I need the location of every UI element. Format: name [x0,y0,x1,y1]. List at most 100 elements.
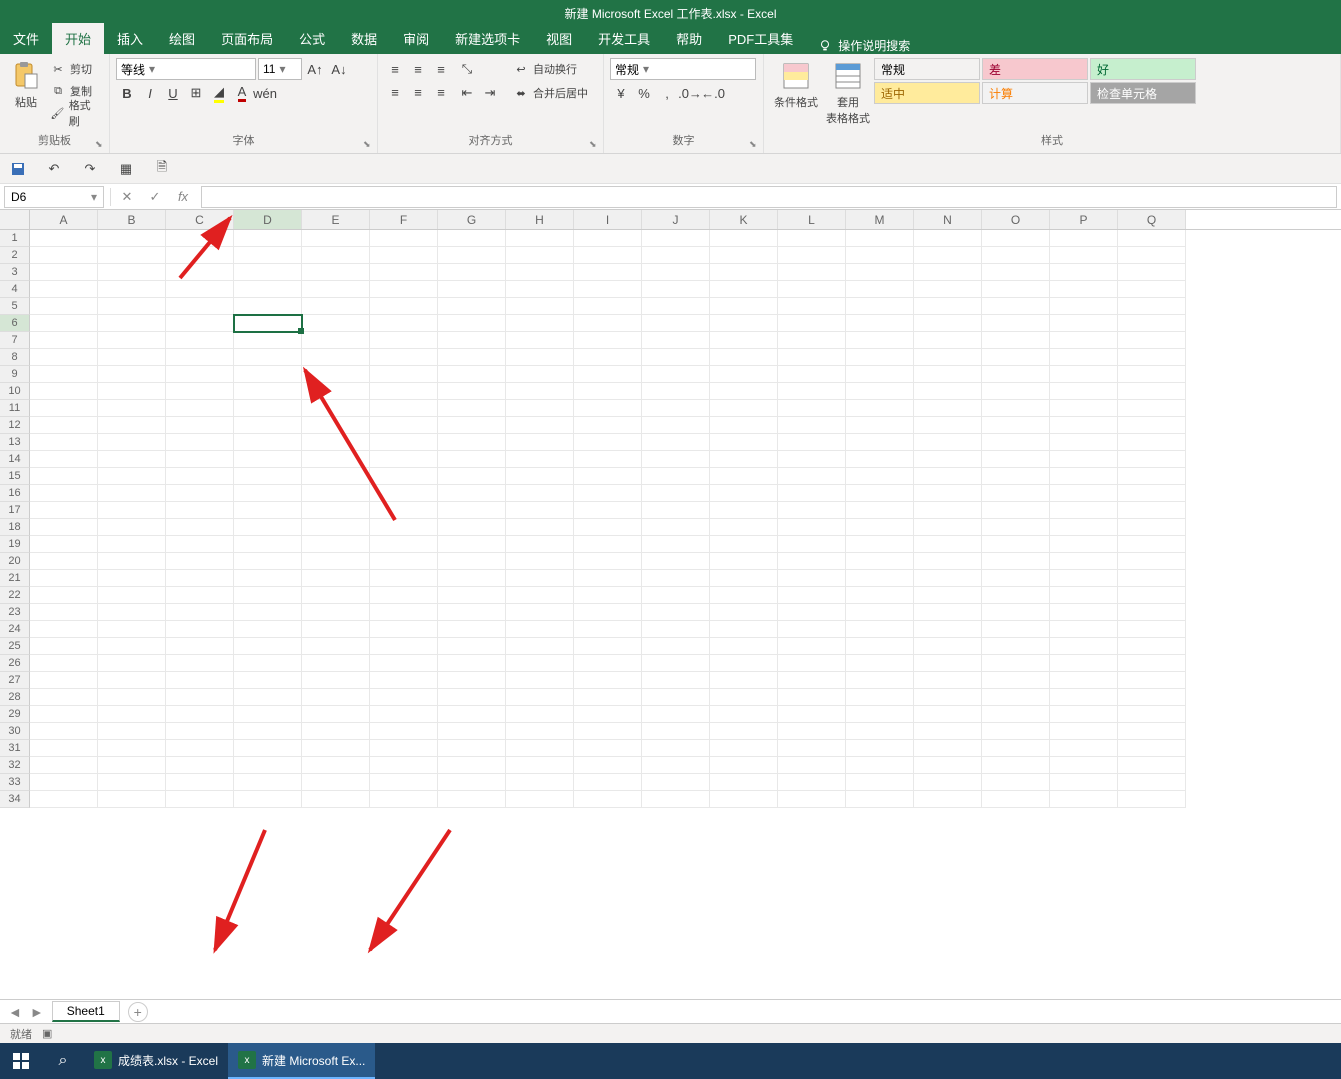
cell[interactable] [982,536,1050,553]
cell[interactable] [98,366,166,383]
cell[interactable] [982,740,1050,757]
cell[interactable] [642,468,710,485]
cell[interactable] [846,638,914,655]
cell[interactable] [506,264,574,281]
cell[interactable] [1050,502,1118,519]
redo-button[interactable]: ↷ [78,157,102,181]
cell[interactable] [302,570,370,587]
row-header[interactable]: 20 [0,553,30,570]
cell[interactable] [1050,366,1118,383]
cell[interactable] [438,706,506,723]
border-button[interactable]: ⊞ [185,82,207,104]
cell[interactable] [166,553,234,570]
cell[interactable] [166,349,234,366]
cell-styles-gallery[interactable]: 常规 差 好 适中 计算 检查单元格 [874,58,1210,104]
cell[interactable] [234,757,302,774]
cell[interactable] [642,706,710,723]
cell[interactable] [30,247,98,264]
cell[interactable] [846,332,914,349]
cell[interactable] [234,604,302,621]
cell[interactable] [234,417,302,434]
cell[interactable] [778,553,846,570]
cell[interactable] [98,417,166,434]
tab-help[interactable]: 帮助 [663,23,715,54]
cell[interactable] [234,332,302,349]
cell[interactable] [30,791,98,808]
cell[interactable] [98,655,166,672]
cell[interactable] [506,655,574,672]
cell[interactable] [30,281,98,298]
font-size-combo[interactable]: 11▾ [258,58,302,80]
cell[interactable] [506,298,574,315]
cell[interactable] [982,383,1050,400]
style-check-cell[interactable]: 检查单元格 [1090,82,1196,104]
cell[interactable] [574,349,642,366]
cell[interactable] [574,451,642,468]
cell[interactable] [982,672,1050,689]
cell[interactable] [778,791,846,808]
cell[interactable] [642,723,710,740]
cell[interactable] [234,536,302,553]
cell[interactable] [234,383,302,400]
cell[interactable] [98,553,166,570]
cell[interactable] [778,451,846,468]
cell[interactable] [1118,502,1186,519]
cell[interactable] [982,689,1050,706]
cell[interactable] [846,349,914,366]
cell[interactable] [574,264,642,281]
cell[interactable] [710,536,778,553]
cell[interactable] [710,689,778,706]
cell[interactable] [506,706,574,723]
cell[interactable] [30,689,98,706]
cell[interactable] [166,706,234,723]
tab-review[interactable]: 审阅 [390,23,442,54]
cell[interactable] [506,638,574,655]
cell[interactable] [30,298,98,315]
cell[interactable] [438,757,506,774]
cell[interactable] [302,723,370,740]
cell[interactable] [438,570,506,587]
cell[interactable] [846,315,914,332]
cell[interactable] [30,706,98,723]
cell[interactable] [98,349,166,366]
cell[interactable] [778,740,846,757]
column-header[interactable]: K [710,210,778,229]
cell[interactable] [166,366,234,383]
cell[interactable] [982,247,1050,264]
increase-indent-button[interactable]: ⇥ [479,82,501,104]
cell[interactable] [778,604,846,621]
taskbar-app-2[interactable]: x新建 Microsoft Ex... [228,1043,375,1079]
cell[interactable] [234,434,302,451]
cell[interactable] [914,604,982,621]
cell[interactable] [846,383,914,400]
cell[interactable] [1118,570,1186,587]
cell[interactable] [30,434,98,451]
cell[interactable] [846,723,914,740]
row-header[interactable]: 23 [0,604,30,621]
align-bottom-button[interactable]: ≡ [430,58,452,80]
cell[interactable] [574,485,642,502]
cell[interactable] [234,655,302,672]
search-button[interactable]: ⌕ [42,1043,84,1079]
cell[interactable] [710,298,778,315]
cell[interactable] [438,417,506,434]
cell[interactable] [778,672,846,689]
cell[interactable] [642,553,710,570]
cell[interactable] [574,689,642,706]
name-box[interactable]: D6 ▾ [4,186,104,208]
cell[interactable] [914,723,982,740]
cell[interactable] [166,587,234,604]
cell[interactable] [1118,230,1186,247]
cell[interactable] [166,485,234,502]
accounting-button[interactable]: ¥ [610,82,632,104]
cell[interactable] [1118,740,1186,757]
cell[interactable] [574,774,642,791]
cell[interactable] [914,400,982,417]
cell[interactable] [30,468,98,485]
cell[interactable] [642,587,710,604]
qat-button-1[interactable]: ▦ [114,157,138,181]
cell[interactable] [506,485,574,502]
cell[interactable] [166,621,234,638]
cell[interactable] [234,740,302,757]
cell[interactable] [914,332,982,349]
